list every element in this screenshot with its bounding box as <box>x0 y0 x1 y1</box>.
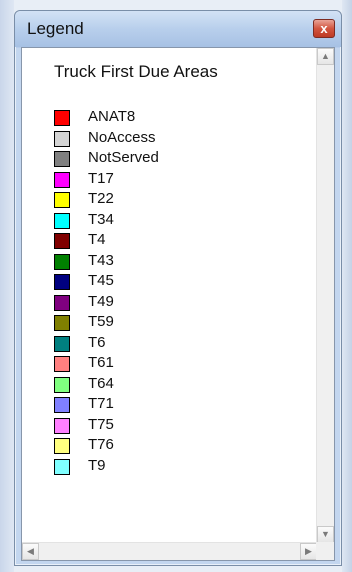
color-swatch <box>54 212 70 229</box>
color-swatch <box>54 335 70 352</box>
left-arrow-icon[interactable]: ◀ <box>22 543 39 560</box>
horizontal-scrollbar[interactable]: ◀ ▶ <box>22 542 317 560</box>
legend-title: Truck First Due Areas <box>54 62 218 81</box>
color-swatch <box>54 151 70 167</box>
color-swatch <box>54 438 70 454</box>
down-arrow-icon[interactable]: ▼ <box>317 526 334 543</box>
color-swatch <box>54 192 70 208</box>
color-swatch <box>54 130 70 147</box>
legend-item-label: T64 <box>88 374 114 392</box>
window-title: Legend <box>27 19 84 38</box>
legend-item-label: T17 <box>88 169 114 187</box>
color-swatch <box>54 417 70 434</box>
legend-item-label: T71 <box>88 395 114 412</box>
legend-item-label: T4 <box>88 231 106 248</box>
vertical-scrollbar[interactable]: ▲ ▼ <box>316 48 334 543</box>
color-swatch <box>54 356 70 372</box>
color-swatch <box>54 110 70 126</box>
color-swatch <box>54 274 70 290</box>
legend-item-label: T6 <box>88 333 106 351</box>
color-swatch <box>54 458 70 475</box>
background-map-edge-left <box>0 0 14 572</box>
legend-item-label: T45 <box>88 272 114 289</box>
legend-item-label: ANAT8 <box>88 108 136 125</box>
color-swatch <box>54 315 70 331</box>
legend-item-label: NotServed <box>88 149 159 166</box>
color-swatch <box>54 294 70 311</box>
color-swatch <box>54 376 70 393</box>
legend-content: Truck First Due Areas ANAT8 NoAccess NotSe… <box>22 48 317 543</box>
legend-item-label: T34 <box>88 210 114 228</box>
scrollbar-corner <box>316 542 334 560</box>
legend-item-label: T59 <box>88 313 114 330</box>
legend-item-label: T75 <box>88 415 114 433</box>
legend-item-label: T43 <box>88 251 114 269</box>
legend-item-label: NoAccess <box>88 128 156 146</box>
background-map-edge-right <box>342 0 352 572</box>
legend-item-label: T49 <box>88 292 114 310</box>
color-swatch <box>54 233 70 249</box>
legend-window: Legend x Truck First Due Areas ANAT8 NoAc… <box>14 10 342 566</box>
legend-client-area: Truck First Due Areas ANAT8 NoAccess NotSe… <box>21 47 335 561</box>
legend-item-label: T9 <box>88 456 106 474</box>
up-arrow-icon[interactable]: ▲ <box>317 48 334 65</box>
right-arrow-icon[interactable]: ▶ <box>300 543 317 560</box>
close-icon: x <box>320 21 328 36</box>
color-swatch <box>54 397 70 413</box>
legend-item-label: T22 <box>88 190 114 207</box>
title-bar[interactable]: Legend x <box>15 11 341 47</box>
legend-item-label: T61 <box>88 354 114 371</box>
color-swatch <box>54 253 70 270</box>
legend-item-label: T76 <box>88 436 114 453</box>
close-button[interactable]: x <box>313 19 335 38</box>
color-swatch <box>54 171 70 188</box>
